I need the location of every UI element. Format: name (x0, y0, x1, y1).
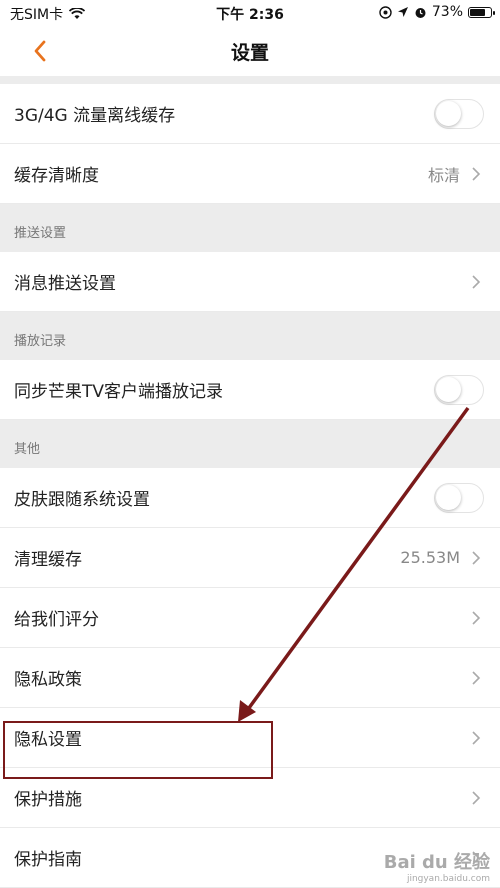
section-header-push: 推送设置 (0, 204, 500, 252)
skin-follow-system-row: 皮肤跟随系统设置 (0, 468, 500, 528)
skin-follow-system-label: 皮肤跟随系统设置 (14, 490, 150, 510)
offline-cache-row: 3G/4G 流量离线缓存 (0, 84, 500, 144)
rate-us-label: 给我们评分 (14, 610, 99, 630)
chevron-right-icon (472, 730, 481, 745)
privacy-policy-label: 隐私政策 (14, 670, 82, 690)
sync-history-row: 同步芒果TV客户端播放记录 (0, 360, 500, 420)
push-settings-row[interactable]: 消息推送设置 (0, 252, 500, 312)
protection-guide-label: 保护指南 (14, 850, 82, 870)
section-header-history-label: 播放记录 (14, 334, 67, 349)
chevron-right-icon (472, 550, 481, 565)
watermark-url: jingyan.baidu.com (406, 874, 490, 884)
status-bar: 无SIM卡 下午 2:36 73% (0, 0, 500, 26)
battery-percent: 73% (431, 4, 463, 20)
sync-history-label: 同步芒果TV客户端播放记录 (14, 382, 224, 402)
status-right: 73% (379, 4, 495, 20)
top-divider (0, 76, 500, 84)
section-header-other-label: 其他 (14, 442, 41, 457)
chevron-right-icon (472, 670, 481, 685)
sync-history-toggle[interactable] (434, 374, 484, 405)
battery-icon (468, 6, 495, 18)
section-header-push-label: 推送设置 (14, 226, 67, 241)
section-header-history: 播放记录 (0, 312, 500, 360)
cache-quality-label: 缓存清晰度 (14, 166, 99, 186)
alarm-icon (415, 7, 426, 18)
skin-follow-system-toggle[interactable] (434, 482, 484, 513)
page-title: 设置 (230, 42, 269, 64)
annotation-highlight-box (3, 721, 273, 779)
watermark-brand: Bai du 经验 (383, 852, 490, 873)
protection-measures-label: 保护措施 (14, 790, 82, 810)
cache-size-value: 25.53M (400, 548, 460, 567)
rate-us-row[interactable]: 给我们评分 (0, 588, 500, 648)
battery-fill (470, 8, 485, 16)
chevron-right-icon (472, 790, 481, 805)
offline-cache-toggle[interactable] (434, 98, 484, 129)
chevron-right-icon (472, 166, 481, 181)
offline-cache-label: 3G/4G 流量离线缓存 (14, 106, 176, 126)
push-settings-label: 消息推送设置 (14, 274, 116, 294)
toggle-knob (436, 484, 461, 510)
chevron-right-icon (472, 610, 481, 625)
clear-cache-row[interactable]: 清理缓存 25.53M (0, 528, 500, 588)
cache-quality-value: 标清 (427, 165, 460, 185)
nav-bar: 设置 (0, 26, 500, 76)
baidu-jingyan-watermark: Bai du 经验 jingyan.baidu.com (384, 848, 490, 884)
chevron-right-icon (472, 274, 481, 289)
privacy-policy-row[interactable]: 隐私政策 (0, 648, 500, 708)
cache-quality-row[interactable]: 缓存清晰度 标清 (0, 144, 500, 204)
section-header-other: 其他 (0, 420, 500, 468)
toggle-knob (436, 100, 461, 126)
clear-cache-label: 清理缓存 (14, 550, 82, 570)
orientation-lock-icon (379, 5, 392, 19)
location-icon (397, 7, 408, 17)
toggle-knob (436, 376, 461, 402)
